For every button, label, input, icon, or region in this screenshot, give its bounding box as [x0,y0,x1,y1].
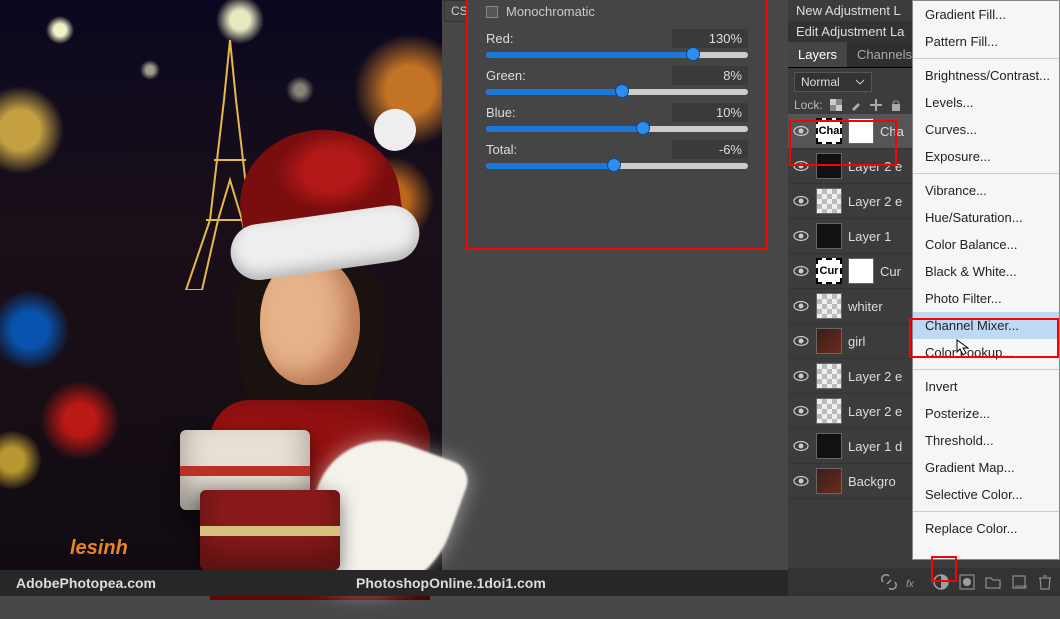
mask-icon[interactable] [958,573,976,591]
folder-icon[interactable] [984,573,1002,591]
visibility-icon[interactable] [792,367,810,385]
visibility-icon[interactable] [792,437,810,455]
svg-text:fx: fx [906,579,915,590]
layer-name[interactable]: whiter [848,299,883,314]
monochromatic-label: Monochromatic [506,4,595,19]
menu-item[interactable]: Levels... [913,89,1059,116]
menu-item[interactable]: Replace Color... [913,515,1059,542]
slider-value[interactable]: 10% [672,103,748,122]
slider-track[interactable] [486,163,748,169]
highlight-menu [909,318,1059,358]
highlight-layer [789,120,897,166]
visibility-icon[interactable] [792,297,810,315]
lock-brush-icon[interactable] [849,98,863,112]
canvas[interactable]: lesinh [0,0,442,570]
menu-item[interactable]: Pattern Fill... [913,28,1059,55]
menu-item[interactable]: Photo Filter... [913,285,1059,312]
slider-label: Blue: [486,105,516,120]
blend-mode-select[interactable]: Normal [794,72,872,92]
menu-item[interactable]: Color Balance... [913,231,1059,258]
adjustment-menu: Gradient Fill...Pattern Fill... Brightnes… [912,0,1060,560]
layer-name[interactable]: Backgro [848,474,896,489]
footer-right: PhotoshopOnline.1doi1.com [356,575,546,591]
visibility-icon[interactable] [792,472,810,490]
menu-item[interactable]: Threshold... [913,427,1059,454]
slider-track[interactable] [486,52,748,58]
visibility-icon[interactable] [792,402,810,420]
layer-name[interactable]: girl [848,334,865,349]
tab-layers[interactable]: Layers [788,42,847,67]
slider-label: Green: [486,68,526,83]
image-subject [130,140,430,560]
new-layer-icon[interactable] [1010,573,1028,591]
lock-move-icon[interactable] [869,98,883,112]
layer-name[interactable]: Layer 2 e [848,369,902,384]
footer-left: AdobePhotopea.com [16,575,156,591]
visibility-icon[interactable] [792,227,810,245]
slider-value[interactable]: 8% [672,66,748,85]
menu-item[interactable]: Posterize... [913,400,1059,427]
slider-value[interactable]: -6% [672,140,748,159]
link-icon[interactable] [880,573,898,591]
lock-all-icon[interactable] [889,98,903,112]
visibility-icon[interactable] [792,192,810,210]
menu-item[interactable]: Black & White... [913,258,1059,285]
menu-item[interactable]: Vibrance... [913,177,1059,204]
slider-value[interactable]: 130% [672,29,748,48]
layer-name[interactable]: Layer 1 d [848,439,902,454]
slider-label: Red: [486,31,513,46]
trash-icon[interactable] [1036,573,1054,591]
tab-channels[interactable]: Channels [847,42,922,67]
monochromatic-checkbox[interactable] [486,6,498,18]
layer-name[interactable]: Layer 2 e [848,404,902,419]
menu-item[interactable]: Curves... [913,116,1059,143]
menu-item[interactable]: Hue/Saturation... [913,204,1059,231]
chevron-down-icon [855,77,865,87]
slider-track[interactable] [486,89,748,95]
visibility-icon[interactable] [792,332,810,350]
layer-mask[interactable] [848,258,874,284]
watermark: lesinh [70,537,128,560]
menu-item[interactable]: Selective Color... [913,481,1059,508]
menu-item[interactable]: Gradient Fill... [913,1,1059,28]
layer-name[interactable]: Layer 1 [848,229,891,244]
menu-item[interactable]: Gradient Map... [913,454,1059,481]
slider-track[interactable] [486,126,748,132]
layer-name[interactable]: Layer 2 e [848,194,902,209]
footer-bar: AdobePhotopea.com PhotoshopOnline.1doi1.… [0,570,788,596]
lock-transparent-icon[interactable] [829,98,843,112]
slider-label: Total: [486,142,517,157]
layers-bottom-bar: fx [788,568,1060,596]
channel-mixer-panel: Monochromatic Red: 130% Green: 8% Blue: 10%… [466,0,768,250]
fx-icon[interactable]: fx [906,573,924,591]
menu-item[interactable]: Brightness/Contrast... [913,62,1059,89]
highlight-adjustment-icon [931,556,957,582]
lock-label: Lock: [794,98,823,112]
layer-name[interactable]: Cur [880,264,901,279]
menu-item[interactable]: Exposure... [913,143,1059,170]
menu-item[interactable]: Invert [913,373,1059,400]
visibility-icon[interactable] [792,262,810,280]
